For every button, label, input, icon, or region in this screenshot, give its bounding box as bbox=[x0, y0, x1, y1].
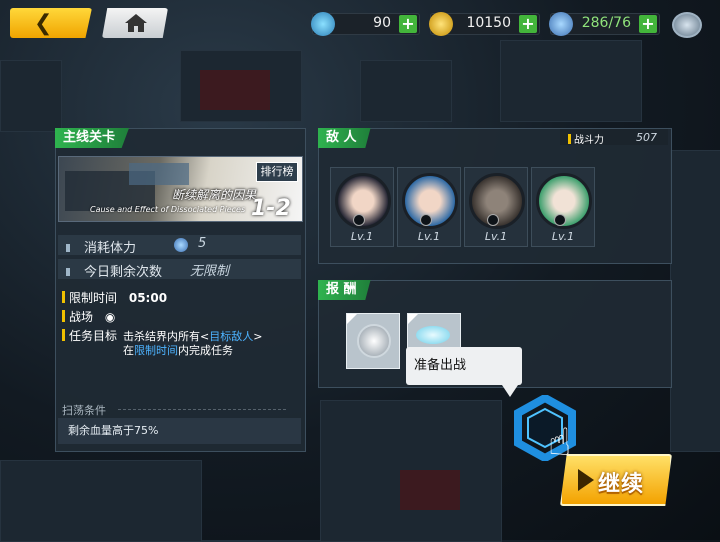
enemy-tag: 敌 人 bbox=[318, 128, 371, 148]
coin-icon bbox=[429, 12, 453, 36]
stage-tag: 主线关卡 bbox=[55, 128, 130, 148]
stage-banner-art-2 bbox=[129, 163, 189, 185]
add-coins-button[interactable]: + bbox=[519, 15, 537, 33]
objective-label: 任务目标 bbox=[69, 329, 118, 343]
medal-icon bbox=[357, 324, 391, 358]
lock-icon bbox=[487, 214, 499, 226]
stamina-counter: 286/76 + bbox=[549, 12, 660, 36]
objective-text-2b: 内完成任务 bbox=[178, 344, 233, 357]
chevron-left-icon: ❮ bbox=[34, 11, 53, 36]
gem-counter: 90 + bbox=[311, 12, 420, 36]
daily-remaining-label: 今日剩余次数 bbox=[66, 261, 162, 280]
add-gems-button[interactable]: + bbox=[399, 15, 417, 33]
lock-icon bbox=[353, 214, 365, 226]
power-label: 战斗力 bbox=[568, 131, 604, 146]
back-button[interactable]: ❮ bbox=[10, 8, 92, 38]
daily-remaining-value: 无限制 bbox=[190, 264, 230, 279]
coin-counter: 10150 + bbox=[429, 12, 540, 36]
enemy-level: Lv.1 bbox=[551, 230, 575, 243]
crystal-icon bbox=[416, 326, 450, 344]
stage-number: 1-2 bbox=[251, 196, 291, 221]
enemy-card[interactable]: Lv.1 bbox=[464, 167, 528, 247]
stamina-cost-row: 消耗体力 5 bbox=[58, 235, 301, 256]
objective-text-2-highlight: 限制时间 bbox=[134, 344, 178, 357]
time-limit-value: 05:00 bbox=[128, 291, 168, 305]
stamina-cost-label: 消耗体力 bbox=[66, 237, 136, 256]
home-button[interactable] bbox=[102, 8, 168, 38]
enemy-card[interactable]: Lv.1 bbox=[330, 167, 394, 247]
stamina-icon bbox=[549, 12, 573, 36]
stamina-cost-value: 5 bbox=[198, 236, 207, 251]
coin-value: 10150 bbox=[466, 15, 511, 31]
enemy-card[interactable]: Lv.1 bbox=[397, 167, 461, 247]
stage-name: 断续解离的因果 bbox=[172, 188, 257, 202]
reward-tag: 报 酬 bbox=[318, 280, 371, 300]
gem-value: 90 bbox=[373, 15, 391, 31]
lock-icon bbox=[554, 214, 566, 226]
enemy-level: Lv.1 bbox=[417, 230, 441, 243]
continue-label: 继续 bbox=[598, 472, 645, 497]
gem-icon bbox=[311, 12, 335, 36]
continue-button[interactable]: 继续 bbox=[560, 454, 672, 506]
eye-icon[interactable]: ◉ bbox=[105, 310, 115, 324]
reward-corner bbox=[347, 314, 357, 324]
objective-line-2: 在限制时间内完成任务 bbox=[123, 342, 233, 358]
enemy-level: Lv.1 bbox=[350, 230, 374, 243]
objective-text-2a: 在 bbox=[123, 344, 134, 357]
stage-subtitle: Cause and Effect of Dissociated Pieces bbox=[90, 205, 246, 214]
reward-item[interactable] bbox=[346, 313, 400, 369]
reward-corner bbox=[408, 314, 418, 324]
time-limit: 限制时间 05:00 bbox=[62, 289, 167, 306]
power-value: 507 bbox=[636, 131, 657, 144]
stamina-value: 286/76 bbox=[581, 15, 631, 31]
sweep-divider bbox=[118, 409, 286, 410]
play-icon bbox=[578, 469, 594, 491]
objective-text-1b: > bbox=[253, 330, 263, 343]
daily-remaining-row: 今日剩余次数 无限制 bbox=[58, 259, 301, 280]
objective: 任务目标 bbox=[62, 327, 117, 344]
add-stamina-button[interactable]: + bbox=[639, 15, 657, 33]
time-limit-label: 限制时间 bbox=[69, 291, 118, 305]
sweep-condition: 剩余血量高于75% bbox=[58, 418, 301, 444]
enemy-level: Lv.1 bbox=[484, 230, 508, 243]
settings-icon[interactable] bbox=[672, 12, 702, 38]
battlefield-label: 战场 bbox=[69, 310, 94, 324]
sweep-title: 扫荡条件 bbox=[62, 404, 106, 417]
stamina-small-icon bbox=[174, 238, 188, 252]
leaderboard-button[interactable]: 排行榜 bbox=[256, 162, 298, 182]
home-icon bbox=[125, 14, 147, 32]
tutorial-tooltip: 准备出战 bbox=[406, 347, 522, 397]
enemy-card[interactable]: Lv.1 bbox=[531, 167, 595, 247]
lock-icon bbox=[420, 214, 432, 226]
battlefield: 战场 ◉ bbox=[62, 308, 115, 325]
